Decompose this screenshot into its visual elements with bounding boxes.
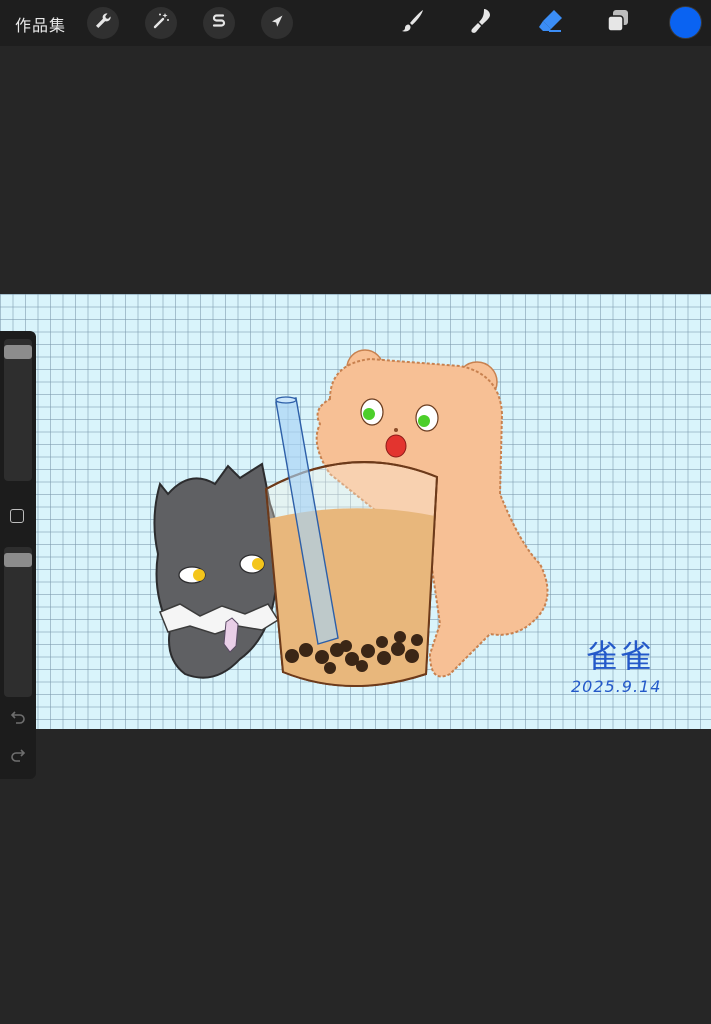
brush-size-slider[interactable] <box>4 339 32 481</box>
brush-icon <box>397 6 427 40</box>
smudge-tool[interactable] <box>465 7 497 39</box>
top-toolbar: 作品集 <box>0 0 711 46</box>
left-sidebar <box>0 331 36 779</box>
actions-button[interactable] <box>87 7 119 39</box>
drawing-canvas[interactable]: 雀雀 2025.9.14 <box>0 294 711 729</box>
modify-button[interactable] <box>10 509 24 523</box>
brush-size-thumb[interactable] <box>4 345 32 359</box>
layers-button[interactable] <box>602 7 634 39</box>
gallery-button[interactable]: 作品集 <box>15 12 66 36</box>
selection-button[interactable] <box>203 7 235 39</box>
brush-tool[interactable] <box>396 7 428 39</box>
opacity-thumb[interactable] <box>4 553 32 567</box>
wrench-icon <box>93 11 113 35</box>
color-picker-button[interactable] <box>670 7 701 38</box>
undo-icon <box>10 709 26 729</box>
selection-s-icon <box>209 11 229 35</box>
grey-cat-figure <box>153 462 280 679</box>
undo-button[interactable] <box>8 709 28 729</box>
magic-wand-icon <box>151 11 171 35</box>
transform-arrow-icon <box>267 11 287 35</box>
transform-button[interactable] <box>261 7 293 39</box>
adjustments-button[interactable] <box>145 7 177 39</box>
eraser-icon <box>535 6 565 40</box>
procreate-app: 作品集 雀雀 2025.9.14 <box>0 0 711 1024</box>
redo-button[interactable] <box>8 747 28 767</box>
layers-icon <box>604 7 632 39</box>
signature-name: 雀雀 <box>586 637 655 675</box>
signature-date: 2025.9.14 <box>571 677 662 696</box>
smudge-icon <box>466 6 496 40</box>
opacity-slider[interactable] <box>4 547 32 697</box>
eraser-tool[interactable] <box>534 7 566 39</box>
redo-icon <box>10 747 26 767</box>
